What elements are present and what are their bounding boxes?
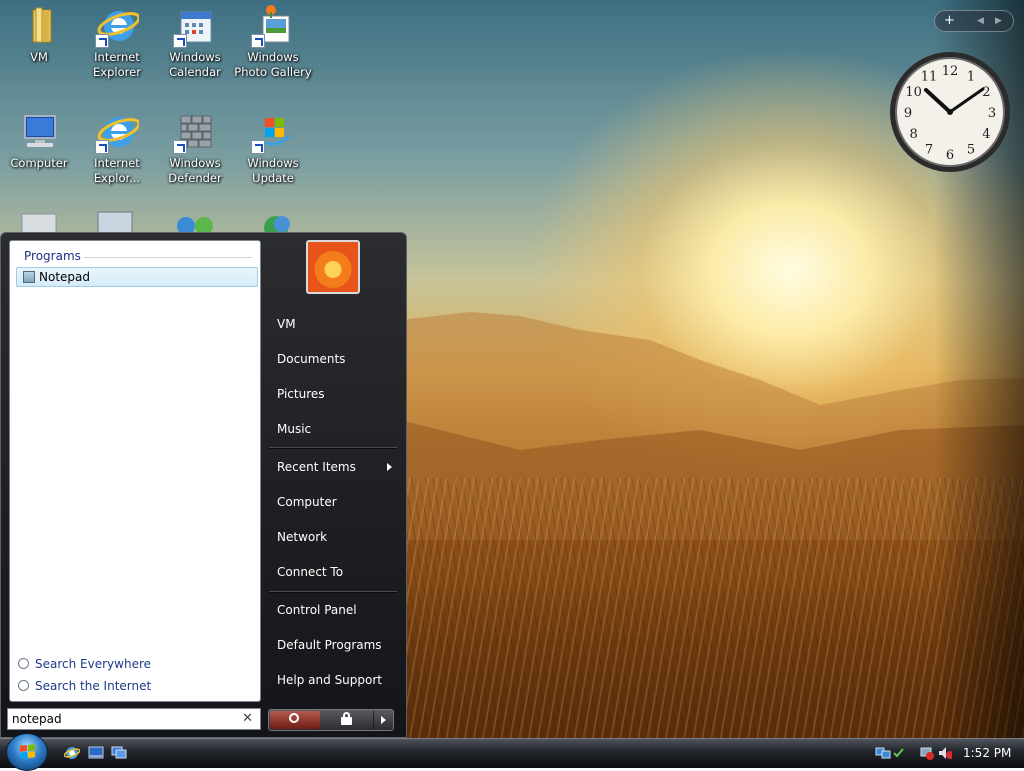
start-item-pictures[interactable]: Pictures — [277, 387, 325, 401]
prev-gadget-button[interactable]: ◀ — [977, 16, 984, 26]
search-internet-link[interactable]: Search the Internet — [18, 679, 151, 693]
computer-icon — [17, 110, 61, 154]
internet-explorer-icon — [95, 110, 141, 154]
folder-icon — [17, 4, 61, 48]
submenu-arrow-icon — [387, 463, 392, 471]
clock-numeral: 4 — [982, 127, 990, 142]
start-item-documents[interactable]: Documents — [277, 352, 345, 366]
desktop-icon-label: Internet Explorer — [93, 50, 141, 79]
start-item-connect-to[interactable]: Connect To — [277, 565, 343, 579]
internet-explorer-icon[interactable] — [64, 746, 80, 760]
start-menu-left-pane: Programs Notepad Search Everywhere Searc… — [9, 240, 261, 702]
lock-button[interactable] — [323, 711, 371, 729]
show-desktop-icon[interactable] — [88, 746, 104, 760]
clock-numeral: 8 — [909, 127, 917, 142]
desktop-icon-label: Windows Calendar — [169, 50, 221, 79]
search-result-notepad[interactable]: Notepad — [16, 267, 258, 287]
desktop-icon-label: Internet Explor... — [93, 156, 141, 185]
desktop-icon-label: Windows Photo Gallery — [234, 50, 312, 79]
windows-update-icon — [251, 110, 295, 154]
clear-search-icon[interactable]: ✕ — [242, 711, 253, 726]
clock-numeral: 12 — [942, 64, 959, 79]
taskbar: 1:52 PM — [0, 733, 1024, 771]
start-search-box[interactable]: ✕ — [7, 708, 261, 730]
clock-numeral: 3 — [988, 106, 996, 121]
volume-muted-icon[interactable] — [938, 746, 952, 760]
power-bar — [268, 709, 394, 731]
start-item-control-panel[interactable]: Control Panel — [277, 603, 357, 617]
desktop-background: VM Internet Explorer Windows Calendar Wi… — [0, 0, 1024, 738]
taskbar-clock[interactable]: 1:52 PM — [963, 746, 1011, 760]
desktop-icon-windows-update[interactable]: Windows Update — [234, 110, 312, 186]
clock-numeral: 6 — [946, 148, 954, 163]
chevron-right-icon — [381, 716, 386, 724]
desktop-icon-computer[interactable]: Computer — [0, 110, 78, 171]
next-gadget-button[interactable]: ▶ — [995, 16, 1002, 26]
start-item-help-and-support[interactable]: Help and Support — [277, 673, 382, 687]
search-icon — [18, 680, 29, 691]
network-status-icon[interactable] — [875, 746, 905, 760]
desktop-icon-windows-photo-gallery[interactable]: Windows Photo Gallery — [234, 4, 312, 80]
search-link-label: Search Everywhere — [35, 657, 151, 671]
desktop-icon-label: Windows Update — [247, 156, 299, 185]
desktop-icon-label: VM — [30, 50, 48, 64]
section-divider — [84, 257, 252, 258]
desktop-icon-windows-calendar[interactable]: Windows Calendar — [156, 4, 234, 80]
clock-numeral: 7 — [925, 142, 933, 157]
start-search-input[interactable] — [12, 710, 232, 728]
programs-heading: Programs — [24, 249, 81, 263]
start-item-vm[interactable]: VM — [277, 317, 296, 331]
desktop-icon-label: Windows Defender — [168, 156, 222, 185]
power-button[interactable] — [270, 711, 320, 729]
start-item-music[interactable]: Music — [277, 422, 311, 436]
clock-gadget[interactable]: 12 1 2 3 4 5 6 7 8 9 10 11 — [888, 50, 1012, 174]
calendar-icon — [173, 4, 217, 48]
shutdown-options-button[interactable] — [373, 711, 394, 729]
desktop-icon-windows-defender[interactable]: Windows Defender — [156, 110, 234, 186]
shortcut-arrow-icon — [173, 140, 187, 154]
shortcut-arrow-icon — [95, 34, 109, 48]
clock-numeral: 10 — [905, 85, 922, 100]
internet-explorer-icon — [95, 4, 141, 48]
desktop-icon-internet-explorer-2[interactable]: Internet Explor... — [78, 110, 156, 186]
search-icon — [18, 658, 29, 669]
search-result-label: Notepad — [39, 270, 90, 284]
start-item-computer[interactable]: Computer — [277, 495, 337, 509]
shortcut-arrow-icon — [251, 140, 265, 154]
start-item-recent-items[interactable]: Recent Items — [277, 460, 356, 474]
menu-separator — [269, 591, 397, 593]
lock-icon — [341, 712, 352, 725]
desktop-icons-row3-partial — [21, 211, 290, 234]
start-menu: Programs Notepad Search Everywhere Searc… — [0, 232, 407, 738]
menu-separator — [269, 447, 397, 449]
user-picture[interactable] — [306, 240, 360, 294]
shortcut-arrow-icon — [251, 34, 265, 48]
desktop-icon-internet-explorer[interactable]: Internet Explorer — [78, 4, 156, 80]
clock-numeral: 1 — [967, 70, 975, 85]
notepad-icon — [23, 271, 35, 283]
start-item-network[interactable]: Network — [277, 530, 327, 544]
grass-foreground — [400, 478, 1024, 738]
clock-numeral: 11 — [921, 70, 938, 85]
search-everywhere-link[interactable]: Search Everywhere — [18, 657, 151, 671]
sidebar-controls: + ◀ ▶ — [934, 10, 1014, 32]
defender-icon — [173, 110, 217, 154]
start-item-default-programs[interactable]: Default Programs — [277, 638, 382, 652]
desktop-icon-vm[interactable]: VM — [0, 4, 78, 65]
clock-numeral: 9 — [904, 106, 912, 121]
photo-gallery-icon — [251, 4, 295, 48]
network-disconnected-icon[interactable] — [920, 746, 934, 760]
clock-numeral: 2 — [982, 85, 990, 100]
start-button[interactable] — [6, 733, 48, 771]
desktop-icon-label: Computer — [10, 156, 68, 170]
shortcut-arrow-icon — [95, 140, 109, 154]
shortcut-arrow-icon — [173, 34, 187, 48]
clock-numeral: 5 — [967, 142, 975, 157]
switch-windows-icon[interactable] — [111, 746, 127, 760]
power-icon — [289, 713, 299, 723]
search-link-label: Search the Internet — [35, 679, 152, 693]
add-gadget-button[interactable]: + — [944, 13, 955, 28]
